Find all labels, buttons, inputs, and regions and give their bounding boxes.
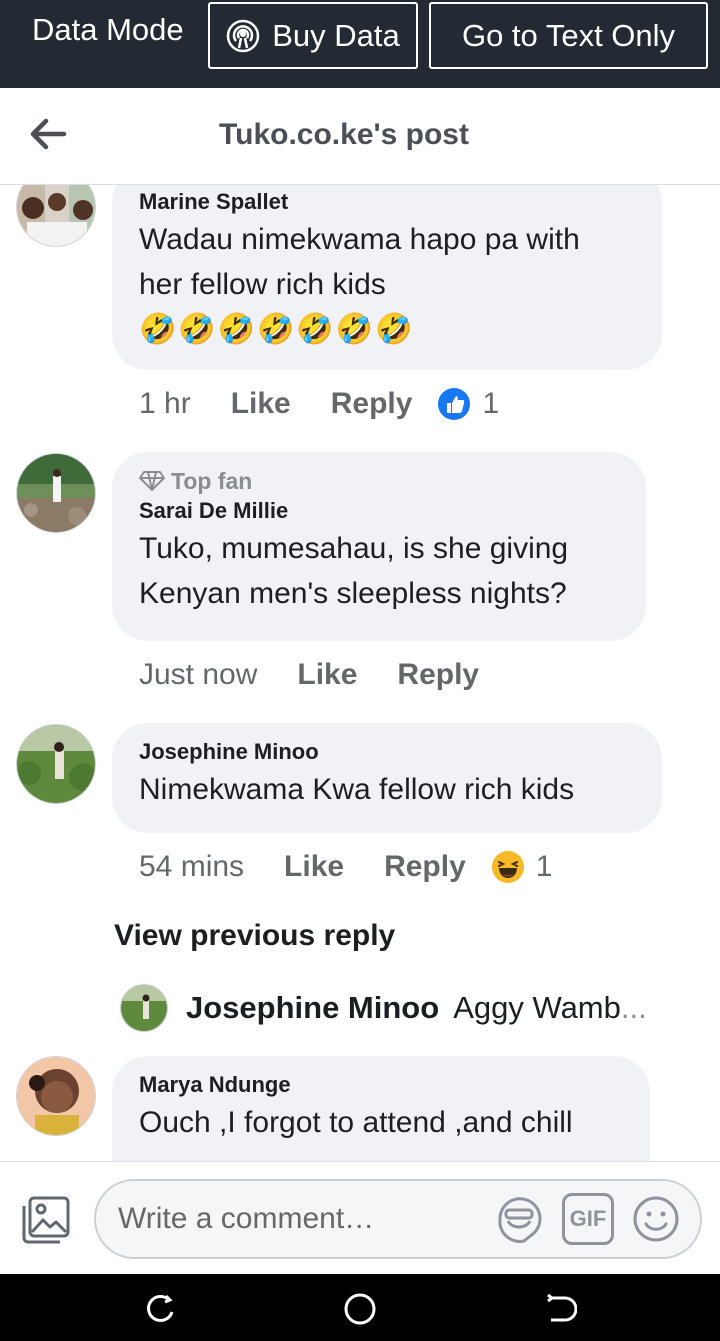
gif-label: GIF xyxy=(569,1206,607,1231)
comment-author[interactable]: Sarai De Millie xyxy=(139,496,619,526)
comment-text-line: Wadau nimekwama hapo pa with xyxy=(139,223,580,256)
like-icon[interactable] xyxy=(438,388,471,420)
comment-bubble[interactable]: Marya Ndunge Ouch ,I forgot to attend ,a… xyxy=(112,1056,650,1161)
reaction-count[interactable]: 1 xyxy=(536,850,553,884)
reply-button[interactable]: Reply xyxy=(397,658,479,692)
comment-emoji: 🤣🤣🤣🤣🤣🤣🤣 xyxy=(139,313,415,346)
haha-icon[interactable] xyxy=(491,851,524,883)
comment-time: 1 hr xyxy=(139,387,191,420)
view-previous-reply-link[interactable]: View previous reply xyxy=(114,919,395,953)
buy-data-button[interactable]: Buy Data xyxy=(208,2,418,69)
reply-button[interactable]: Reply xyxy=(331,387,413,421)
comment-actions: 54 mins Like Reply 1 xyxy=(139,850,552,884)
comment-bubble[interactable]: Top fan Sarai De Millie Tuko, mumesahau,… xyxy=(112,452,646,641)
data-mode-bar: Data Mode Buy Data Go to Text Only xyxy=(0,0,720,88)
gif-button[interactable]: GIF xyxy=(562,1193,614,1245)
system-nav-bar xyxy=(0,1274,720,1341)
reply-text: Aggy Wamb xyxy=(453,990,621,1025)
diamond-icon xyxy=(139,471,165,491)
post-header: Tuko.co.ke's post xyxy=(0,88,720,185)
avatar[interactable] xyxy=(16,1056,96,1136)
comment-author[interactable]: Marine Spallet xyxy=(139,187,635,217)
comment-text-line: Ouch ,I forgot to attend ,and chill xyxy=(139,1106,573,1139)
comment-author[interactable]: Marya Ndunge xyxy=(139,1070,623,1100)
comment-text-line: Tuko, mumesahau, is she giving xyxy=(139,532,569,565)
reply-button[interactable]: Reply xyxy=(384,850,466,884)
like-button[interactable]: Like xyxy=(284,850,344,884)
page-title: Tuko.co.ke's post xyxy=(219,118,469,151)
comment-text-line: Kenyan men's sleepless nights? xyxy=(139,577,567,610)
comment-time: Just now xyxy=(139,658,258,691)
text-only-button[interactable]: Go to Text Only xyxy=(429,2,708,69)
photo-icon[interactable] xyxy=(20,1194,72,1246)
comment-composer: Write a comment… GIF xyxy=(0,1161,720,1274)
like-button[interactable]: Like xyxy=(231,387,291,421)
reply-author[interactable]: Josephine Minoo xyxy=(186,990,439,1026)
reaction-count[interactable]: 1 xyxy=(482,387,499,421)
top-fan-label: Top fan xyxy=(171,468,253,494)
recents-icon[interactable] xyxy=(144,1292,178,1326)
avatar[interactable] xyxy=(16,185,96,247)
reply-ellipsis: ... xyxy=(620,990,647,1025)
avatar[interactable] xyxy=(120,984,168,1032)
text-only-label: Go to Text Only xyxy=(461,17,676,53)
comment-actions: 1 hr Like Reply 1 xyxy=(139,387,499,421)
emoji-icon[interactable] xyxy=(630,1193,682,1245)
avatar[interactable] xyxy=(16,724,96,804)
comments-feed[interactable]: Marine Spallet Wadau nimekwama hapo pa w… xyxy=(0,185,720,1161)
data-mode-label: Data Mode xyxy=(32,12,184,47)
reply-preview[interactable]: Josephine Minoo Aggy Wamb ... xyxy=(120,984,647,1032)
comment-text-line: her fellow rich kids xyxy=(139,268,386,301)
comment-input[interactable]: Write a comment… GIF xyxy=(94,1179,702,1259)
broadcast-icon xyxy=(226,19,260,52)
comment-placeholder[interactable]: Write a comment… xyxy=(118,1202,494,1236)
sticker-icon[interactable] xyxy=(494,1193,546,1245)
home-icon[interactable] xyxy=(343,1292,377,1326)
comment-bubble[interactable]: Josephine Minoo Nimekwama Kwa fellow ric… xyxy=(112,723,662,833)
top-fan-badge: Top fan xyxy=(139,466,619,496)
like-button[interactable]: Like xyxy=(297,658,357,692)
back-icon[interactable] xyxy=(543,1292,577,1326)
comment-time: 54 mins xyxy=(139,850,245,883)
avatar[interactable] xyxy=(16,453,96,533)
comment-actions: Just now Like Reply xyxy=(139,658,479,692)
buy-data-label: Buy Data xyxy=(272,17,400,53)
comment-bubble[interactable]: Marine Spallet Wadau nimekwama hapo pa w… xyxy=(112,185,662,370)
comment-author[interactable]: Josephine Minoo xyxy=(139,737,635,767)
comment-text-line: Nimekwama Kwa fellow rich kids xyxy=(139,773,575,806)
